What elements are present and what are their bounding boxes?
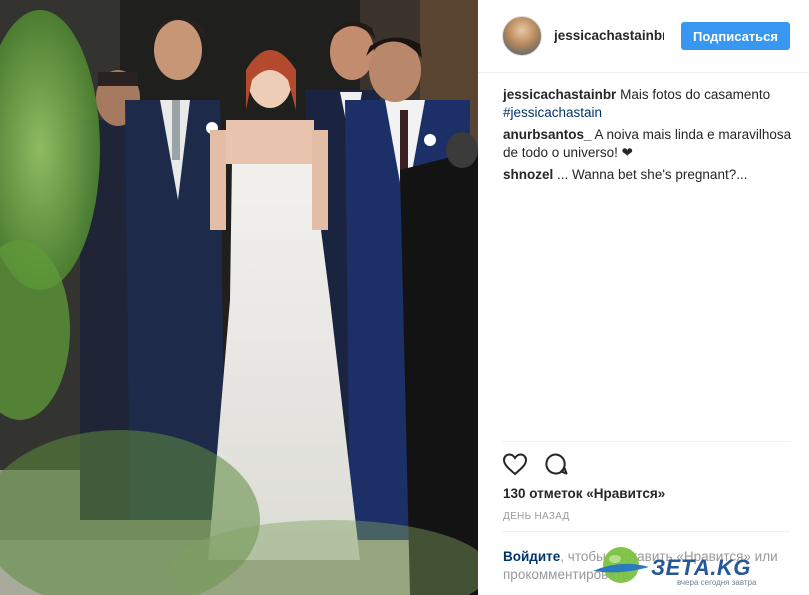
site-watermark: ЗЕТА.KG вчера сегодня завтра [589,541,805,591]
comment-author[interactable]: shnozel [503,167,553,182]
login-link[interactable]: Войдите [503,549,560,564]
divider [502,531,790,532]
comment-text: ... Wanna bet she's pregnant?... [553,167,748,182]
comments-list: jessicachastainbr Mais fotos do casament… [503,86,793,188]
comment-item: anurbsantos_ A noiva mais linda e maravi… [503,126,793,162]
follow-button[interactable]: Подписаться [681,22,790,50]
watermark-tagline: вчера сегодня завтра [677,578,757,587]
post-actions [502,452,570,478]
username-link[interactable]: jessicachastainbr [554,28,664,43]
comment-author[interactable]: jessicachastainbr [503,87,616,102]
post-timestamp: ДЕНЬ НАЗАД [503,511,570,522]
divider [502,441,790,442]
wedding-photo-illustration [0,0,478,595]
likes-count[interactable]: 130 отметок «Нравится» [503,486,665,501]
comment-bubble-icon[interactable] [544,452,570,478]
comment-author[interactable]: anurbsantos_ [503,127,592,142]
photographer-figure [400,132,478,595]
hashtag-link[interactable]: #jessicachastain [503,105,602,120]
avatar[interactable] [502,16,542,56]
heart-outline-icon[interactable] [502,452,528,478]
comment-item: shnozel ... Wanna bet she's pregnant?... [503,166,793,184]
post-sidebar: jessicachastainbr Подписаться jessicacha… [478,0,809,595]
caption-comment: jessicachastainbr Mais fotos do casament… [503,86,793,122]
post-photo[interactable] [0,0,478,595]
post-header: jessicachastainbr Подписаться [478,0,809,73]
globe-logo-icon [593,547,649,583]
comment-text: Mais fotos do casamento [616,87,771,102]
